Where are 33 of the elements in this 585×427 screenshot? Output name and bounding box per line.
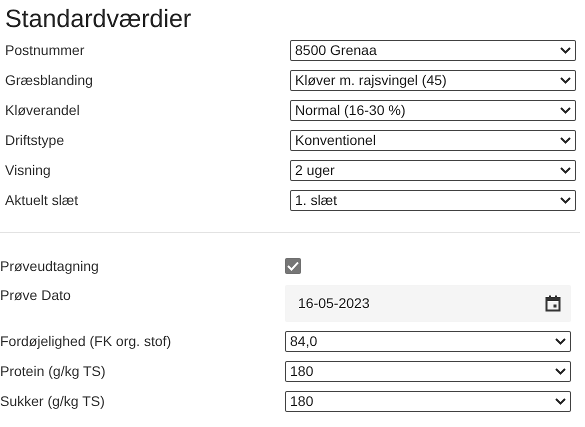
chevron-down-icon [560, 137, 571, 144]
dropdown-select[interactable]: 180 [285, 391, 571, 412]
field-label: Sukker (g/kg TS) [0, 392, 106, 411]
field-label: Driftstype [5, 131, 66, 150]
dropdown-select[interactable]: Normal (16-30 %) [290, 100, 576, 121]
field-label: Kløverandel [5, 101, 81, 120]
field-label: Visning [5, 161, 52, 180]
field-label: Protein (g/kg TS) [0, 362, 107, 381]
chevron-down-icon [555, 368, 566, 375]
page-title: Standardværdier [4, 4, 192, 35]
dropdown-select[interactable]: 2 uger [290, 160, 576, 181]
field-label: Prøveudtagning [0, 257, 100, 276]
chevron-down-icon [555, 398, 566, 405]
chevron-down-icon [560, 197, 571, 204]
dropdown-select[interactable]: Konventionel [290, 130, 576, 151]
field-label: Græsblanding [5, 71, 94, 90]
field-label: Aktuelt slæt [5, 191, 80, 210]
dropdown-select[interactable]: Kløver m. rajsvingel (45) [290, 70, 576, 91]
chevron-down-icon [560, 77, 571, 84]
field-label: Prøve Dato [0, 286, 72, 305]
field-label: Postnummer [5, 41, 86, 60]
date-field[interactable]: 16-05-2023 [285, 285, 571, 322]
calendar-icon[interactable] [545, 295, 561, 312]
chevron-down-icon [560, 47, 571, 54]
field-label: Fordøjelighed (FK org. stof) [0, 332, 172, 351]
dropdown-select[interactable]: 180 [285, 361, 571, 382]
dropdown-select[interactable]: 84,0 [285, 331, 571, 352]
chevron-down-icon [560, 167, 571, 174]
chevron-down-icon [560, 107, 571, 114]
dropdown-select[interactable]: 8500 Grenaa [290, 40, 576, 61]
chevron-down-icon [555, 338, 566, 345]
checkbox[interactable] [285, 258, 301, 274]
dropdown-select[interactable]: 1. slæt [290, 190, 576, 211]
